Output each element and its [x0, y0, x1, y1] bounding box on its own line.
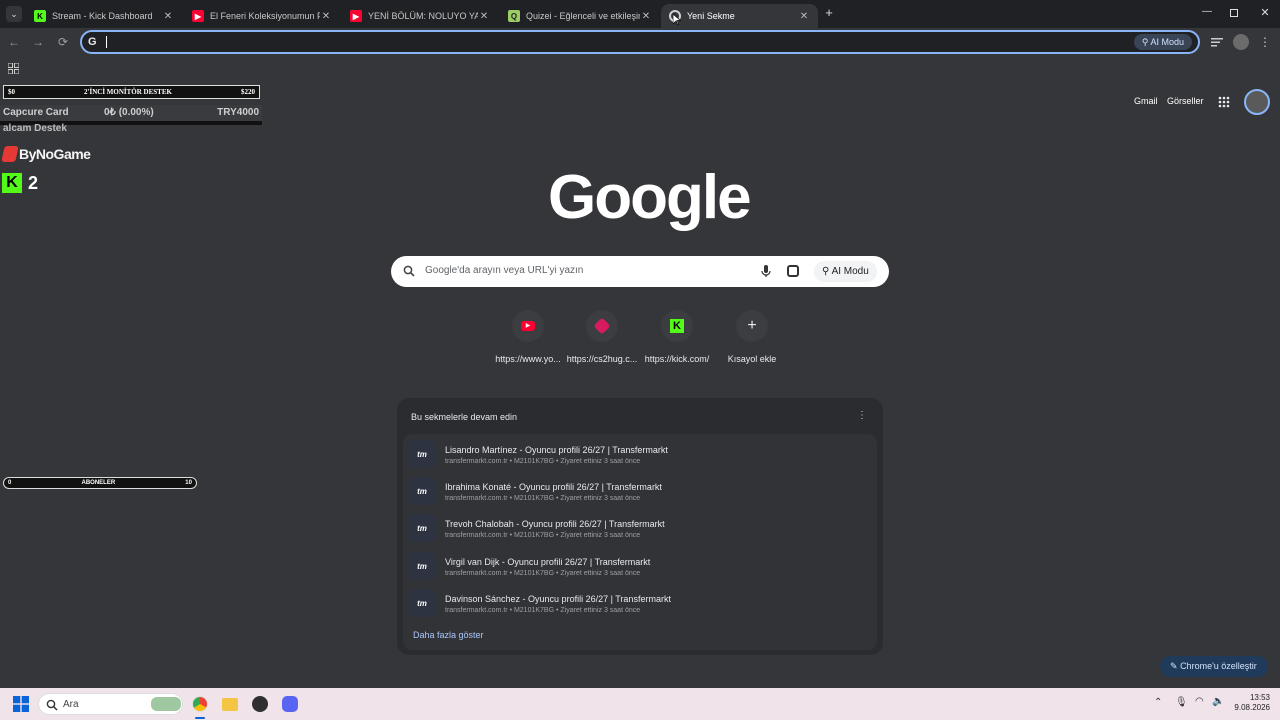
continue-item[interactable]: tm Lisandro Martínez - Oyuncu profili 26… [405, 436, 875, 472]
google-logo: Google [548, 163, 752, 232]
search-highlight-image [151, 697, 181, 711]
gmail-link[interactable]: Gmail [1134, 96, 1158, 106]
youtube-icon: ▶ [521, 321, 535, 331]
youtube-icon: ▶ [192, 10, 204, 22]
taskbar-search[interactable]: Ara [38, 693, 183, 715]
transfermarkt-icon: tm [408, 477, 436, 505]
chrome-taskbar-icon[interactable] [192, 696, 208, 712]
file-explorer-icon[interactable] [222, 698, 238, 711]
shortcut-kick[interactable]: K https://kick.com/ [637, 310, 717, 364]
continue-item[interactable]: tm Trevoh Chalobah - Oyuncu profili 26/2… [405, 510, 875, 546]
tab-kick-dashboard[interactable]: K Stream - Kick Dashboard ✕ [26, 4, 182, 28]
lens-camera-icon[interactable] [787, 265, 799, 277]
bynogame-logo: ByNoGame [1, 145, 91, 163]
close-tab-icon[interactable]: ✕ [640, 11, 652, 22]
search-box[interactable]: Google'da arayın veya URL'yi yazın ⚲ AI … [391, 256, 889, 287]
transfermarkt-icon: tm [408, 552, 436, 580]
close-tab-icon[interactable]: ✕ [798, 11, 810, 22]
forward-button[interactable]: → [30, 34, 46, 50]
close-window-button[interactable]: ✕ [1258, 6, 1272, 20]
search-icon [403, 264, 417, 278]
wifi-icon[interactable]: ◠ [1195, 696, 1204, 707]
menu-icon[interactable]: ⋮ [1258, 34, 1272, 50]
plus-icon: + [747, 317, 757, 334]
show-more-link[interactable]: Daha fazla göster [413, 630, 484, 640]
card-menu-icon[interactable]: ⋮ [857, 410, 867, 422]
apps-grid-icon[interactable] [7, 61, 20, 75]
google-g-icon: G [88, 36, 97, 48]
shortcut-add[interactable]: + Kısayol ekle [712, 310, 792, 364]
clock[interactable]: 13:53 9.08.2026 [1226, 693, 1270, 713]
tab-yeni-sekme[interactable]: Yeni Sekme ✕ [661, 4, 818, 28]
omnibox-ai-mode-button[interactable]: ⚲ AI Modu [1133, 34, 1192, 50]
google-apps-icon[interactable] [1218, 95, 1230, 108]
transfermarkt-icon: tm [408, 514, 436, 542]
restore-button[interactable] [1230, 9, 1238, 17]
quizei-icon: Q [508, 10, 520, 22]
back-button[interactable]: ← [6, 34, 22, 50]
customize-chrome-button[interactable]: ✎ Chrome'u özelleştir [1160, 656, 1268, 677]
tab-quizei[interactable]: Q Quizei - Eğlenceli ve etkileşimli ✕ [500, 4, 660, 28]
obs-icon[interactable] [252, 696, 268, 712]
omnibox-cursor [106, 36, 107, 48]
reload-button[interactable]: ⟳ [55, 34, 71, 50]
volume-icon[interactable]: 🔈 [1212, 696, 1224, 707]
omnibox[interactable]: G ⚲ AI Modu [80, 30, 1200, 54]
profile-avatar[interactable] [1233, 34, 1249, 50]
kick-icon: K [670, 319, 684, 333]
ai-search-icon: ⚲ [1141, 37, 1149, 47]
pencil-icon: ✎ [1170, 661, 1178, 671]
chrome-active-indicator [195, 717, 205, 719]
shortcut-youtube[interactable]: ▶ https://www.yo... [488, 310, 568, 364]
tab-groups-icon[interactable] [1210, 35, 1224, 47]
discord-icon[interactable] [282, 696, 298, 712]
capture-card-goal: Capcure Card 0₺ (0.00%) TRY4000 [0, 105, 262, 125]
close-tab-icon[interactable]: ✕ [320, 11, 332, 22]
subscriber-goal-bar: 0 ABONELER 10 [3, 477, 197, 489]
continue-item[interactable]: tm Ibrahima Konaté - Oyuncu profili 26/2… [405, 473, 875, 509]
alcam-label: alcam Destek [3, 123, 67, 134]
minimize-button[interactable]: — [1200, 6, 1214, 20]
tab-strip: ⌄ K Stream - Kick Dashboard ✕ ▶ El Fener… [0, 0, 1280, 28]
search-input[interactable]: Google'da arayın veya URL'yi yazın [425, 265, 583, 276]
kick-icon: K [34, 10, 46, 22]
search-icon [46, 698, 58, 716]
close-tab-icon[interactable]: ✕ [162, 11, 174, 22]
account-avatar[interactable] [1244, 89, 1270, 115]
taskbar: Ara ⌃ 🎙 ◠ 🔈 13:53 9.08.2026 [0, 688, 1280, 720]
cs2hug-icon [593, 317, 611, 335]
search-ai-mode-button[interactable]: ⚲ AI Modu [814, 261, 877, 282]
images-link[interactable]: Görseller [1167, 96, 1204, 106]
windows-start-icon[interactable] [13, 696, 29, 712]
bynogame-icon [1, 146, 19, 162]
microphone-icon[interactable] [761, 264, 771, 278]
microphone-icon[interactable]: 🎙 [1175, 697, 1188, 708]
goal-bar-monitor: $0 2'İNCİ MONİTÖR DESTEK $220 [3, 85, 260, 99]
transfermarkt-icon: tm [408, 440, 436, 468]
kick-viewer-badge: K 2 [2, 171, 38, 195]
tab-yeni-bolum[interactable]: ▶ YENİ BÖLÜM: NOLUYO YA ¿ VS ✕ [342, 4, 498, 28]
tab-search-button[interactable]: ⌄ [6, 6, 22, 22]
youtube-icon: ▶ [350, 10, 362, 22]
chevron-up-icon[interactable]: ⌃ [1154, 697, 1162, 708]
continue-tabs-card: Bu sekmelerle devam edin ⋮ tm Lisandro M… [397, 398, 883, 655]
mouse-cursor [672, 13, 682, 26]
tab-el-feneri[interactable]: ▶ El Feneri Koleksiyonumun Favori ✕ [184, 4, 340, 28]
continue-item[interactable]: tm Virgil van Dijk - Oyuncu profili 26/2… [405, 548, 875, 584]
new-tab-button[interactable]: + [822, 6, 836, 20]
ai-search-icon: ⚲ [822, 266, 830, 277]
continue-item[interactable]: tm Davinson Sánchez - Oyuncu profili 26/… [405, 585, 875, 621]
kick-icon: K [2, 173, 22, 193]
transfermarkt-icon: tm [408, 589, 436, 617]
shortcut-cs2hug[interactable]: https://cs2hug.c... [562, 310, 642, 364]
close-tab-icon[interactable]: ✕ [478, 11, 490, 22]
continue-heading: Bu sekmelerle devam edin [411, 412, 518, 422]
